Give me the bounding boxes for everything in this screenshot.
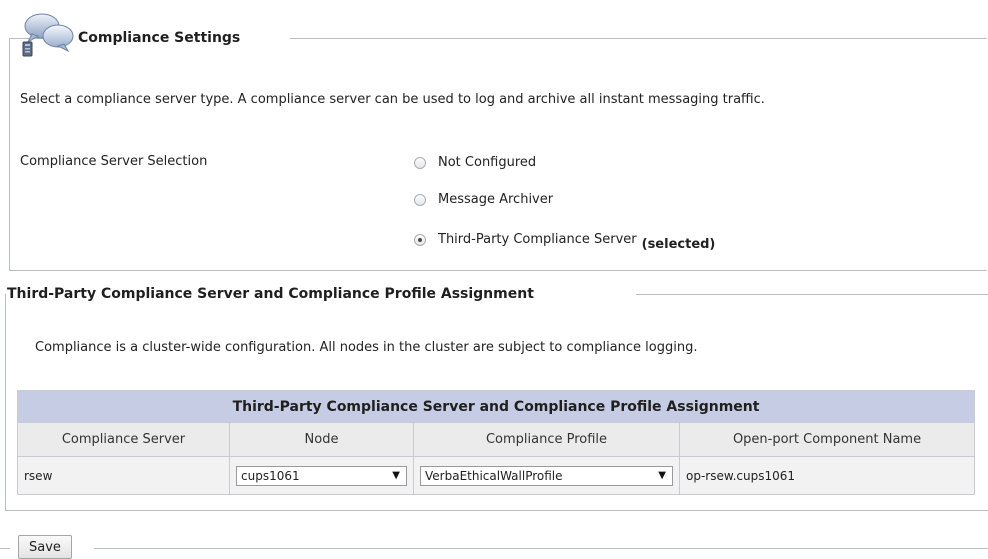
column-header-component-name: Open-port Component Name	[678, 422, 976, 457]
table-row: rsew cups1061 ▼ VerbaEthicalWallProfile …	[17, 456, 976, 495]
column-header-compliance-profile: Compliance Profile	[413, 422, 680, 457]
profile-select-value: VerbaEthicalWallProfile	[425, 468, 563, 483]
save-button[interactable]: Save	[18, 535, 72, 559]
save-divider	[0, 548, 988, 549]
compliance-profile-select[interactable]: VerbaEthicalWallProfile ▼	[420, 465, 673, 486]
radio-label: Not Configured	[438, 155, 537, 170]
assignment-table: Third-Party Compliance Server and Compli…	[16, 390, 976, 495]
radio-option-third-party[interactable]: Third-Party Compliance Server (selected)	[414, 232, 715, 252]
node-select-value: cups1061	[241, 468, 300, 483]
radio-label: Third-Party Compliance Server	[438, 232, 637, 247]
section-title-assignment: Third-Party Compliance Server and Compli…	[7, 286, 534, 302]
section-title-compliance-settings: Compliance Settings	[78, 30, 241, 46]
cell-node: cups1061 ▼	[229, 456, 414, 495]
node-select[interactable]: cups1061 ▼	[236, 465, 407, 486]
column-header-node: Node	[229, 422, 414, 457]
chevron-down-icon: ▼	[658, 470, 666, 481]
radio-option-message-archiver[interactable]: Message Archiver	[414, 192, 553, 207]
cell-compliance-profile: VerbaEthicalWallProfile ▼	[413, 456, 680, 495]
radio-option-not-configured[interactable]: Not Configured	[414, 155, 536, 170]
compliance-server-selection-label: Compliance Server Selection	[20, 154, 208, 169]
table-caption: Third-Party Compliance Server and Compli…	[16, 390, 976, 423]
radio-button[interactable]	[414, 193, 426, 206]
compliance-description: Select a compliance server type. A compl…	[20, 92, 765, 107]
column-header-compliance-server: Compliance Server	[17, 422, 230, 457]
radio-label: Message Archiver	[438, 192, 554, 207]
radio-button[interactable]	[414, 156, 426, 169]
chat-bubbles-icon	[20, 12, 76, 62]
cell-compliance-server: rsew	[17, 456, 230, 495]
assignment-description: Compliance is a cluster-wide configurati…	[35, 340, 698, 355]
chevron-down-icon: ▼	[392, 470, 400, 481]
cell-component-name: op-rsew.cups1061	[678, 456, 976, 495]
radio-button-checked[interactable]	[414, 233, 426, 246]
selected-note: (selected)	[641, 237, 716, 252]
